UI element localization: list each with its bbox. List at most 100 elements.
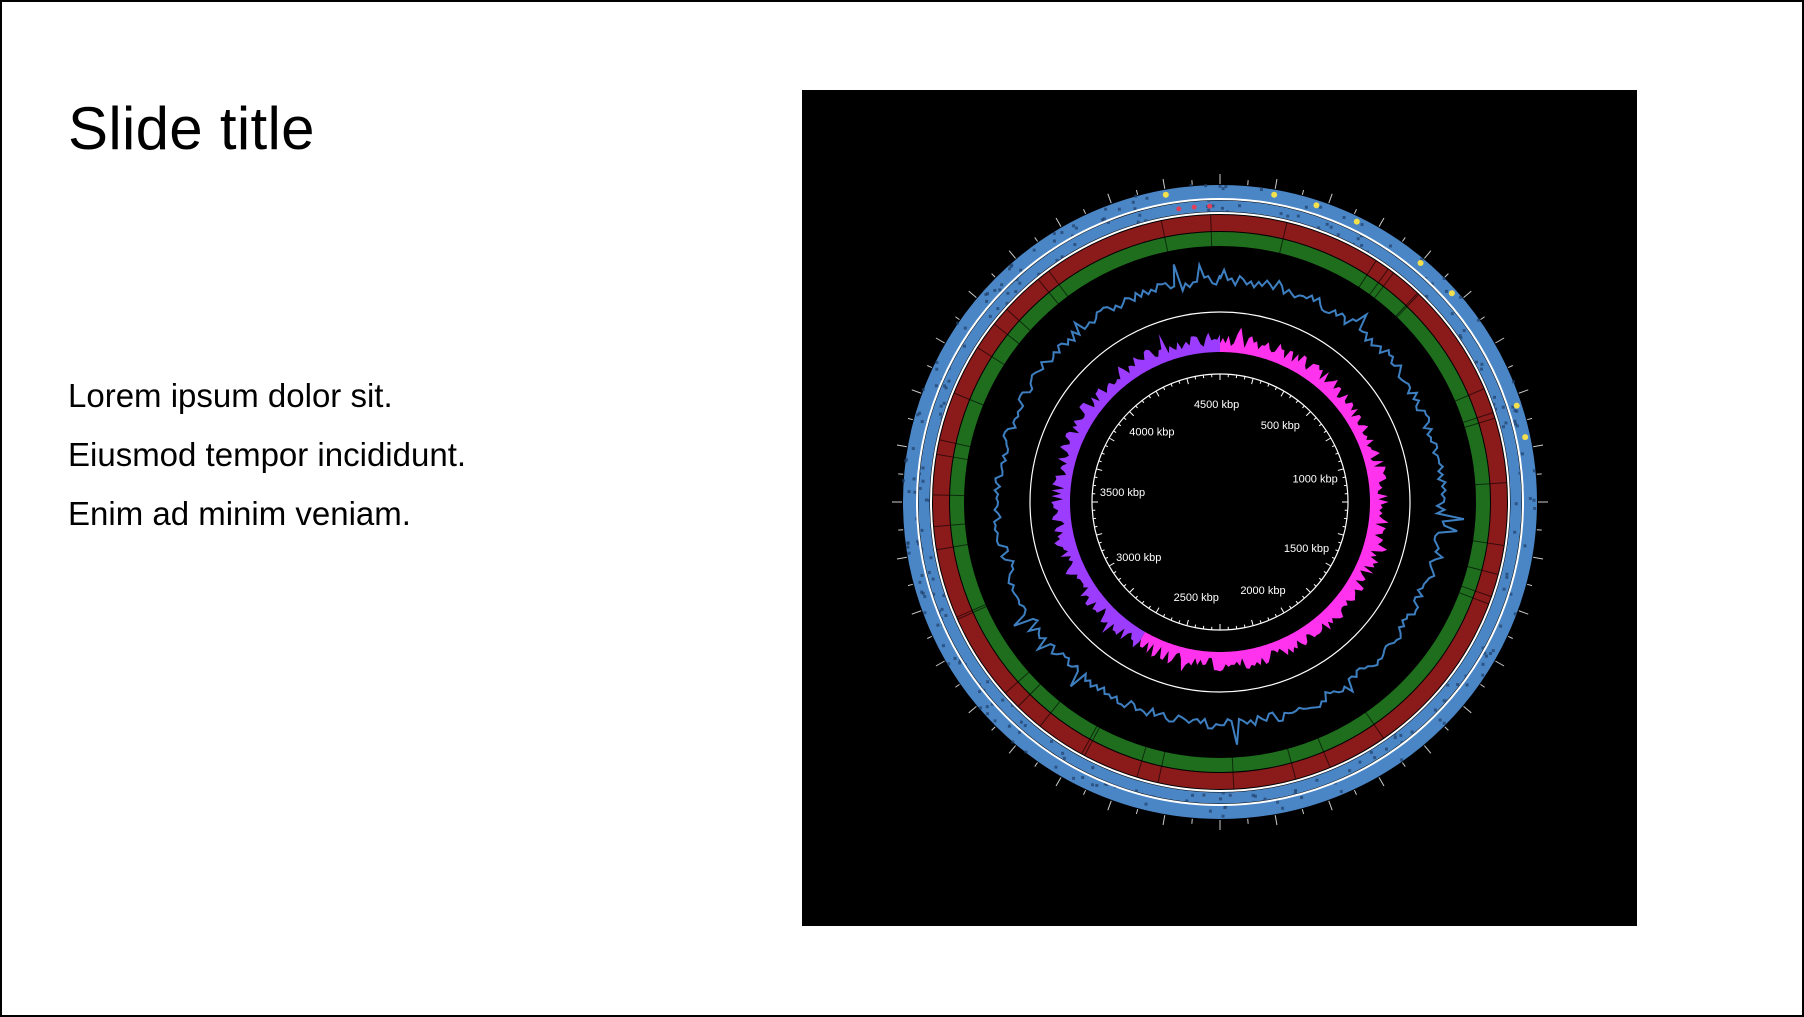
gene-feature: [1348, 769, 1352, 773]
gene-feature: [1010, 263, 1014, 267]
bullet-list[interactable]: Lorem ipsum dolor sit. Eiusmod tempor in…: [68, 366, 466, 543]
scale-tick: [1342, 476, 1346, 479]
gene-feature: [931, 577, 935, 581]
gene-feature: [1438, 718, 1442, 722]
highlight-feature: [1162, 191, 1169, 198]
gene-feature: [1007, 724, 1011, 728]
gene-feature: [996, 307, 1000, 311]
gene-feature: [984, 292, 988, 296]
circular-genome-map: 500 kbp 1000 kbp 1500 kbp 2000 kbp 2500 kbp 3…: [802, 90, 1637, 926]
gene-feature: [1336, 233, 1340, 237]
gene-feature: [1339, 790, 1343, 794]
gene-feature: [1502, 425, 1506, 429]
bullet-item[interactable]: Enim ad minim veniam.: [68, 484, 466, 543]
gene-feature: [1459, 336, 1463, 340]
gene-feature: [1204, 184, 1208, 188]
gene-feature: [1504, 421, 1508, 425]
gene-feature: [1294, 789, 1298, 793]
gene-feature: [939, 412, 943, 416]
gene-feature: [1360, 223, 1364, 227]
scale-tick: [1342, 525, 1346, 528]
gene-feature: [911, 447, 915, 451]
gene-feature: [1532, 498, 1536, 502]
gene-feature: [1138, 213, 1142, 217]
gene-feature: [993, 288, 997, 292]
gene-feature: [1032, 248, 1036, 252]
highlight-feature: [1191, 204, 1197, 210]
scale-label: 2500 kbp: [1174, 592, 1219, 604]
bullet-item[interactable]: Eiusmod tempor incididunt.: [68, 425, 466, 484]
gene-feature: [1001, 698, 1005, 702]
gene-feature: [1238, 204, 1242, 208]
gene-feature: [1073, 242, 1077, 246]
highlight-feature: [1522, 434, 1529, 441]
gene-feature: [1008, 267, 1012, 271]
gene-feature: [1019, 720, 1023, 724]
gene-feature: [1191, 793, 1195, 797]
gene-feature: [918, 411, 922, 415]
gene-feature: [1207, 208, 1211, 212]
gene-feature: [1279, 212, 1283, 216]
gene-feature: [1481, 673, 1485, 677]
gene-feature: [941, 644, 945, 648]
gene-feature: [1480, 362, 1484, 366]
gene-feature: [1221, 187, 1225, 191]
gene-feature: [1315, 778, 1319, 782]
gene-feature: [944, 613, 948, 617]
gene-feature: [1095, 783, 1099, 787]
gene-feature: [1081, 775, 1085, 779]
scale-label: 4500 kbp: [1194, 399, 1239, 411]
gene-feature: [1052, 239, 1056, 243]
gene-feature: [1286, 214, 1290, 218]
gene-feature: [1023, 724, 1027, 728]
gene-feature: [1444, 289, 1448, 293]
gene-feature: [986, 680, 990, 684]
highlight-feature: [1176, 206, 1182, 212]
gene-feature: [1050, 740, 1054, 744]
scale-label: 2000 kbp: [1240, 585, 1285, 597]
gene-feature: [1342, 216, 1346, 220]
gene-feature: [1484, 654, 1488, 658]
gene-feature: [1018, 281, 1022, 285]
gene-feature: [1481, 662, 1485, 666]
gene-feature: [998, 288, 1002, 292]
gene-feature: [1373, 756, 1377, 760]
gene-feature: [955, 321, 959, 325]
gene-feature: [1400, 758, 1404, 762]
gene-feature: [924, 498, 928, 502]
scale-tick: [1243, 376, 1246, 380]
gene-feature: [1134, 194, 1138, 198]
gene-feature: [1218, 184, 1222, 188]
scale-label: 4000 kbp: [1129, 427, 1174, 439]
gene-feature: [906, 541, 910, 545]
genome-map-image[interactable]: 500 kbp 1000 kbp 1500 kbp 2000 kbp 2500 kbp 3…: [802, 90, 1637, 926]
gene-feature: [1479, 367, 1483, 371]
gene-feature: [1062, 756, 1066, 760]
gene-feature: [1499, 624, 1503, 628]
scale-label: 3500 kbp: [1100, 487, 1145, 499]
gene-feature: [1533, 506, 1537, 510]
gene-feature: [943, 384, 947, 388]
scale-tick: [1094, 476, 1098, 479]
gene-feature: [1185, 799, 1189, 803]
gene-feature: [1091, 766, 1095, 770]
gene-feature: [1061, 751, 1065, 755]
gene-feature: [1393, 735, 1397, 739]
gene-feature: [985, 299, 989, 303]
bullet-item[interactable]: Lorem ipsum dolor sit.: [68, 366, 466, 425]
slide-title[interactable]: Slide title: [68, 94, 315, 163]
gene-feature: [1476, 318, 1480, 322]
gene-feature: [1104, 207, 1108, 211]
gene-feature: [1189, 183, 1193, 187]
gene-feature: [1513, 409, 1517, 413]
gene-feature: [942, 401, 946, 405]
gene-feature: [935, 367, 939, 371]
scale-label: 1000 kbp: [1292, 473, 1337, 485]
gene-feature: [1259, 188, 1263, 192]
gene-feature: [913, 490, 917, 494]
gene-feature: [1296, 214, 1300, 218]
gene-feature: [1514, 502, 1518, 506]
gene-feature: [920, 420, 924, 424]
gene-feature: [1369, 750, 1373, 754]
gene-feature: [1358, 760, 1362, 764]
